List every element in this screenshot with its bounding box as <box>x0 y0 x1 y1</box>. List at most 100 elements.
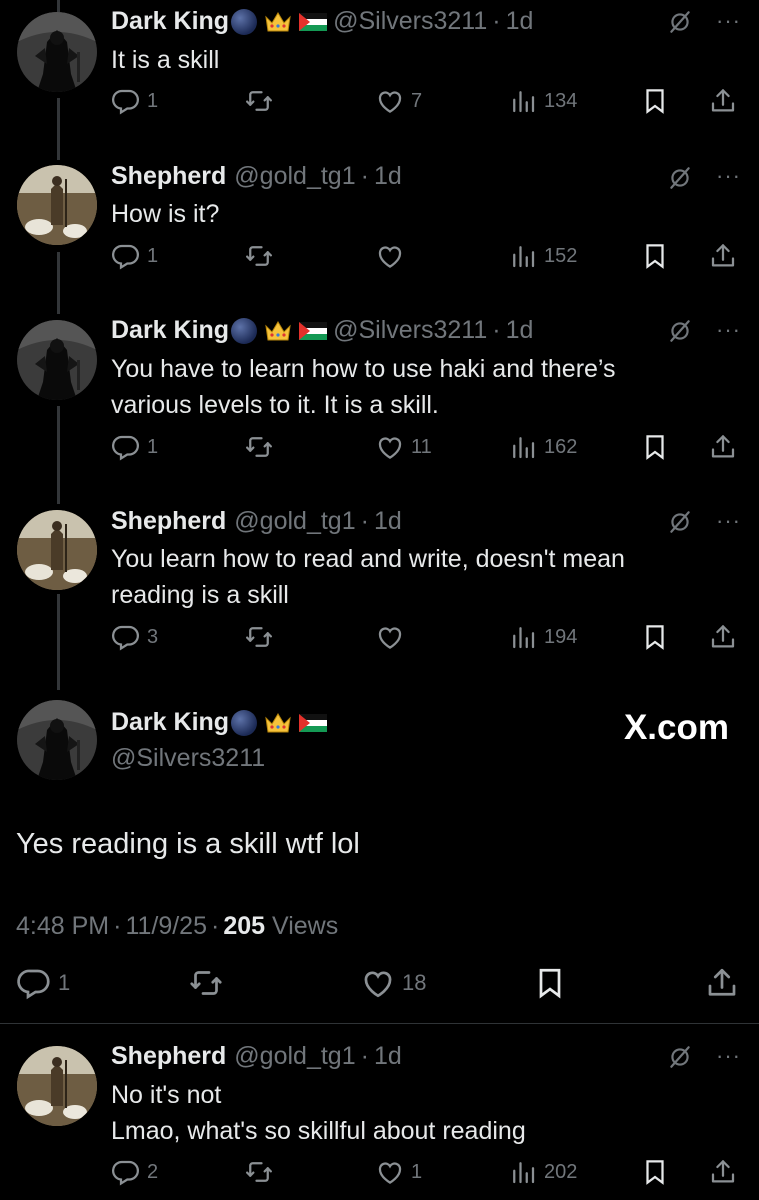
tweet-header: Shepherd @gold_tg1 · 1d <box>111 162 402 191</box>
bookmark-button[interactable] <box>640 241 670 271</box>
bookmark-button[interactable] <box>532 965 568 1001</box>
action-bar: 1 7 134 <box>0 86 759 126</box>
bookmark-icon <box>640 241 670 271</box>
user-handle[interactable]: @gold_tg1 <box>234 1042 355 1071</box>
share-button[interactable] <box>704 965 740 1001</box>
reply-button[interactable]: 3 <box>111 622 158 652</box>
user-handle[interactable]: @gold_tg1 <box>234 507 355 536</box>
share-button[interactable] <box>708 1157 738 1187</box>
grok-icon[interactable] <box>667 165 693 191</box>
post-time[interactable]: 1d <box>506 316 534 345</box>
thread-line <box>57 0 60 12</box>
avatar[interactable] <box>17 12 97 92</box>
grok-icon[interactable] <box>667 318 693 344</box>
repost-button[interactable] <box>244 622 274 652</box>
post-meta: 4:48 PM · 11/9/25 · 205 Views <box>16 912 338 941</box>
avatar[interactable] <box>17 320 97 400</box>
bookmark-icon <box>640 1157 670 1187</box>
like-count: 11 <box>411 435 432 458</box>
post-time[interactable]: 1d <box>506 7 534 36</box>
display-name[interactable]: Shepherd <box>111 1042 226 1071</box>
like-button[interactable]: 1 <box>375 1157 422 1187</box>
reply-button[interactable]: 1 <box>111 432 158 462</box>
post-time[interactable]: 1d <box>374 507 402 536</box>
reply-button[interactable]: 1 <box>111 86 158 116</box>
like-button[interactable]: 11 <box>375 432 432 462</box>
bookmark-icon <box>532 965 568 1001</box>
reply-button[interactable]: 2 <box>111 1157 158 1187</box>
bookmark-button[interactable] <box>640 432 670 462</box>
views-button[interactable]: 194 <box>508 622 577 652</box>
user-handle[interactable]: @Silvers3211 <box>333 7 487 36</box>
display-name[interactable]: Dark King <box>111 316 229 345</box>
more-options-icon[interactable]: ··· <box>716 163 741 189</box>
share-button[interactable] <box>708 241 738 271</box>
more-options-icon[interactable]: ··· <box>716 317 741 343</box>
views-button[interactable]: 152 <box>508 241 577 271</box>
post-time[interactable]: 4:48 PM <box>16 912 109 940</box>
views-button[interactable]: 202 <box>508 1157 577 1187</box>
bookmark-icon <box>640 622 670 652</box>
like-button[interactable] <box>375 241 411 271</box>
more-options-icon[interactable]: ··· <box>716 508 741 534</box>
globe-emoji-icon <box>231 709 258 736</box>
repost-button[interactable] <box>244 432 274 462</box>
views-count: 134 <box>544 89 578 112</box>
views-icon <box>508 432 538 462</box>
post-date[interactable]: 11/9/25 <box>125 912 207 940</box>
user-handle[interactable]: @Silvers3211 <box>333 316 487 345</box>
views-label: Views <box>272 912 339 940</box>
action-bar: 1 152 <box>0 241 759 281</box>
reply-button[interactable]: 1 <box>111 241 158 271</box>
bookmark-button[interactable] <box>640 622 670 652</box>
repost-button[interactable] <box>244 241 274 271</box>
like-button[interactable]: 18 <box>360 965 426 1001</box>
tweet-header: Dark King @Silvers3211 · 1d <box>111 316 533 345</box>
share-icon <box>708 622 738 652</box>
avatar[interactable] <box>17 165 97 245</box>
share-button[interactable] <box>708 86 738 116</box>
name-badges <box>231 317 327 344</box>
reply-icon <box>16 965 52 1001</box>
tweet-text: How is it? <box>111 200 220 228</box>
reply-button[interactable]: 1 <box>16 965 70 1001</box>
display-name[interactable]: Shepherd <box>111 507 226 536</box>
like-button[interactable]: 7 <box>375 86 422 116</box>
user-handle[interactable]: @gold_tg1 <box>234 162 355 191</box>
repost-icon <box>244 241 274 271</box>
main-post-avatar[interactable] <box>17 700 97 780</box>
share-button[interactable] <box>708 432 738 462</box>
repost-button[interactable] <box>188 965 224 1001</box>
display-name[interactable]: Dark King <box>111 7 229 36</box>
views-button[interactable]: 134 <box>508 86 577 116</box>
avatar[interactable] <box>17 510 97 590</box>
action-bar: 1 11 162 <box>0 432 759 472</box>
crown-emoji-icon <box>263 318 293 344</box>
tweet-header: Shepherd @gold_tg1 · 1d <box>111 507 402 536</box>
grok-icon[interactable] <box>667 509 693 535</box>
separator-dot: · <box>113 912 122 940</box>
like-button[interactable] <box>375 622 411 652</box>
grok-icon[interactable] <box>667 9 693 35</box>
display-name[interactable]: Shepherd <box>111 162 226 191</box>
more-options-icon[interactable]: ··· <box>716 8 741 34</box>
repost-button[interactable] <box>244 1157 274 1187</box>
grok-icon[interactable] <box>667 1044 693 1070</box>
tweet-text: You learn how to read and write, doesn't… <box>111 541 731 613</box>
display-name[interactable]: Dark King <box>111 708 229 737</box>
post-time[interactable]: 1d <box>374 162 402 191</box>
more-options-icon[interactable]: ··· <box>716 1043 741 1069</box>
avatar[interactable] <box>17 1046 97 1126</box>
views-count: 152 <box>544 244 578 267</box>
post-time[interactable]: 1d <box>374 1042 402 1071</box>
tweet-header: Dark King @Silvers3211 · 1d <box>111 7 533 36</box>
user-handle[interactable]: @Silvers3211 <box>111 744 265 773</box>
palestine-flag-icon <box>299 13 327 31</box>
repost-button[interactable] <box>244 86 274 116</box>
share-button[interactable] <box>708 622 738 652</box>
main-post-text: Yes reading is a skill wtf lol <box>16 828 360 860</box>
like-count: 7 <box>411 89 423 112</box>
bookmark-button[interactable] <box>640 1157 670 1187</box>
views-button[interactable]: 162 <box>508 432 577 462</box>
bookmark-button[interactable] <box>640 86 670 116</box>
